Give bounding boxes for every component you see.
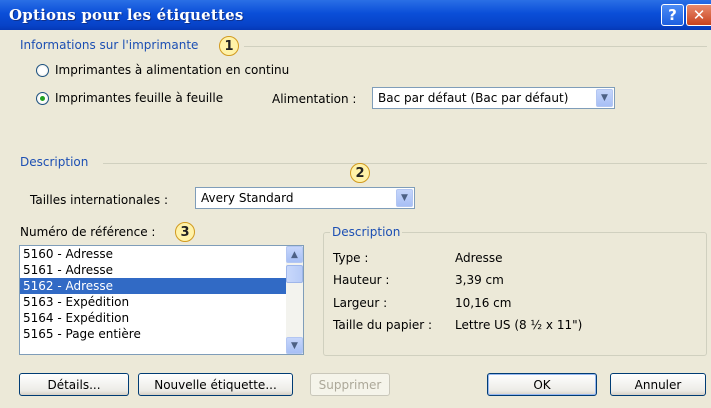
feed-label: Alimentation :	[272, 92, 357, 106]
radio-continuous-feed[interactable]: Imprimantes à alimentation en continu	[36, 63, 289, 77]
paper-size-value: Lettre US (8 ½ x 11")	[455, 318, 583, 332]
width-value: 10,16 cm	[455, 296, 512, 310]
paper-size-label: Taille du papier :	[333, 318, 433, 332]
radio-sheet-feed[interactable]: Imprimantes feuille à feuille	[36, 91, 223, 105]
description-panel	[323, 232, 707, 356]
feed-select[interactable]: Bac par défaut (Bac par défaut) ▼	[372, 87, 615, 109]
width-label: Largeur :	[333, 296, 388, 310]
type-label: Type :	[333, 251, 369, 265]
list-item[interactable]: 5163 - Expédition	[20, 294, 286, 310]
height-label: Hauteur :	[333, 273, 390, 287]
description-panel-title: Description	[330, 225, 403, 239]
list-item[interactable]: 5164 - Expédition	[20, 310, 286, 326]
list-item[interactable]: 5160 - Adresse	[20, 246, 286, 262]
group-divider	[103, 163, 707, 164]
reference-listbox[interactable]: 5160 - Adresse 5161 - Adresse 5162 - Adr…	[19, 245, 304, 355]
printer-group-title: Informations sur l'imprimante	[20, 38, 199, 52]
new-label-button[interactable]: Nouvelle étiquette...	[138, 373, 293, 396]
ok-button[interactable]: OK	[487, 373, 597, 396]
radio-sheet-label: Imprimantes feuille à feuille	[55, 91, 224, 105]
description-group-title: Description	[20, 155, 89, 169]
close-icon[interactable]: ✕	[686, 4, 711, 26]
feed-select-value: Bac par défaut (Bac par défaut)	[378, 91, 569, 105]
height-value: 3,39 cm	[455, 273, 504, 287]
window-title: Options pour les étiquettes	[9, 6, 244, 24]
reference-label: Numéro de référence :	[20, 225, 156, 239]
scroll-thumb[interactable]	[286, 265, 303, 283]
radio-continuous-button[interactable]	[36, 63, 49, 77]
list-item[interactable]: 5165 - Page entière	[20, 326, 286, 342]
chevron-down-icon[interactable]: ▼	[596, 89, 613, 107]
callout-2: 2	[350, 163, 370, 183]
list-item[interactable]: 5161 - Adresse	[20, 262, 286, 278]
vertical-scrollbar[interactable]: ▲ ▼	[286, 246, 303, 354]
details-button[interactable]: Détails...	[19, 373, 129, 396]
label-options-dialog: Options pour les étiquettes ? ✕ Informat…	[0, 0, 711, 408]
scroll-down-icon[interactable]: ▼	[286, 337, 303, 354]
sizes-label: Tailles internationales :	[30, 193, 169, 207]
sizes-select-value: Avery Standard	[201, 191, 294, 205]
help-icon[interactable]: ?	[661, 4, 684, 26]
callout-1: 1	[219, 36, 239, 56]
cancel-button[interactable]: Annuler	[610, 373, 706, 396]
list-item-selected[interactable]: 5162 - Adresse	[20, 278, 286, 294]
title-bar[interactable]: Options pour les étiquettes ? ✕	[0, 0, 711, 30]
radio-continuous-label: Imprimantes à alimentation en continu	[55, 63, 290, 77]
type-value: Adresse	[455, 251, 503, 265]
group-divider	[244, 46, 707, 47]
chevron-down-icon[interactable]: ▼	[396, 189, 413, 207]
radio-sheet-button[interactable]	[36, 91, 49, 105]
scroll-up-icon[interactable]: ▲	[286, 246, 303, 263]
sizes-select[interactable]: Avery Standard ▼	[195, 187, 415, 209]
delete-button[interactable]: Supprimer	[310, 373, 390, 396]
callout-3: 3	[175, 222, 195, 242]
